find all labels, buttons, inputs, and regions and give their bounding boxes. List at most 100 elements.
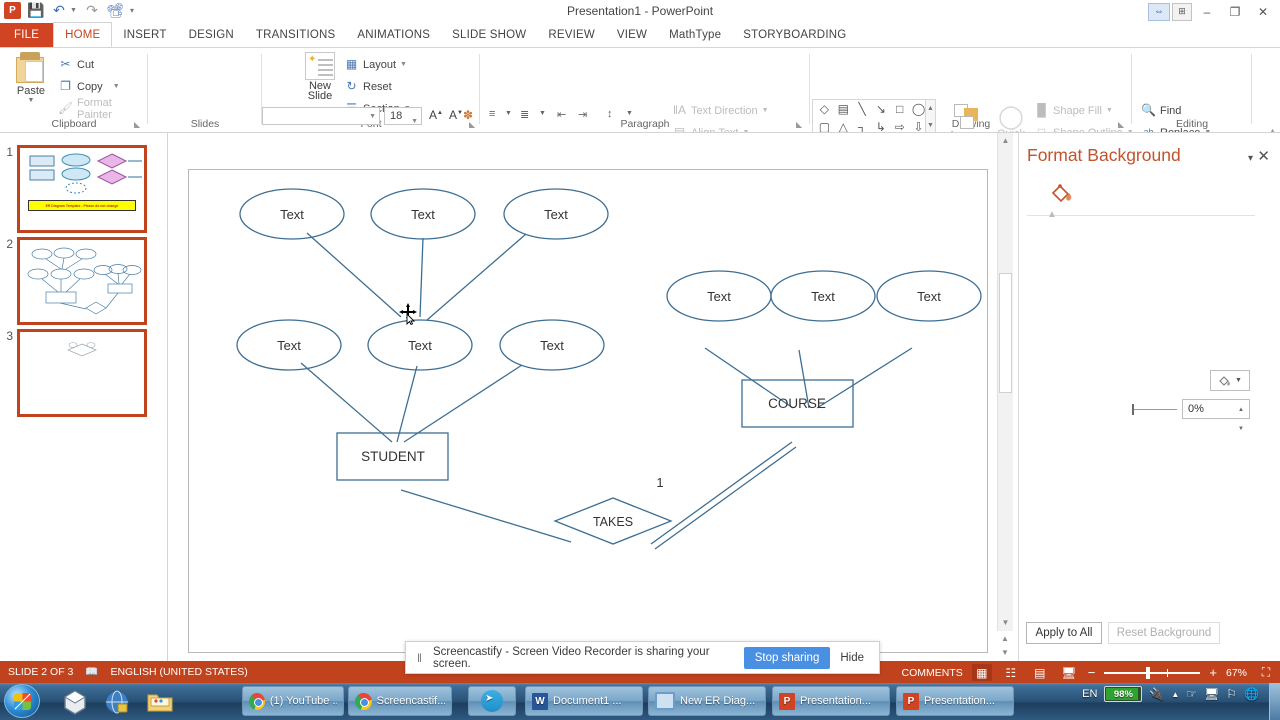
battery-indicator[interactable]: 98% [1104, 686, 1143, 702]
tab-animations[interactable]: ANIMATIONS [346, 23, 441, 47]
slide-sorter-view-icon[interactable]: ☷ [1001, 664, 1021, 681]
comments-button[interactable]: COMMENTS [902, 667, 963, 679]
tab-insert[interactable]: INSERT [112, 23, 177, 47]
tab-transitions[interactable]: TRANSITIONS [245, 23, 347, 47]
line-spacing-button[interactable]: ↕ [607, 108, 613, 120]
clipboard-dialog-launcher[interactable]: ◣ [134, 120, 140, 129]
paragraph-dialog-launcher[interactable]: ◣ [796, 120, 802, 129]
numbering-caret-icon[interactable]: ▼ [539, 110, 546, 117]
transparency-spinner[interactable]: ▲ ▼ [1235, 401, 1247, 432]
transparency-input[interactable]: 0% ▲ ▼ [1182, 399, 1250, 432]
text-direction-caret-icon[interactable]: ▼ [762, 107, 769, 114]
shape-line-icon[interactable]: ╲ [853, 101, 872, 118]
slide-canvas[interactable]: Text Text Text Text Text Text Text Text … [188, 169, 988, 653]
fill-bucket-icon[interactable] [1049, 181, 1075, 208]
language-indicator[interactable]: ENGLISH (UNITED STATES) [110, 666, 247, 678]
language-bar[interactable]: EN [1082, 688, 1097, 700]
show-desktop-button[interactable] [1269, 683, 1280, 720]
quicklaunch-explorer-icon[interactable] [146, 689, 173, 715]
color-caret-icon[interactable]: ▼ [1235, 377, 1242, 384]
tab-mathtype[interactable]: MathType [658, 23, 732, 47]
taskbar-button-new-er-diagram[interactable]: New ER Diag... [648, 686, 766, 716]
line-spacing-caret-icon[interactable]: ▼ [626, 110, 633, 117]
transparency-decrease-icon[interactable]: ▼ [1238, 420, 1244, 439]
taskbar-button-word[interactable]: W Document1 ... [525, 686, 643, 716]
quicklaunch-virtualbox-icon[interactable] [62, 689, 88, 715]
format-pane-close-icon[interactable]: ✕ [1257, 147, 1270, 165]
find-button[interactable]: 🔍 Find [1141, 101, 1181, 120]
tab-design[interactable]: DESIGN [178, 23, 245, 47]
increase-font-size-button[interactable]: A▲ [428, 108, 444, 122]
show-hidden-icons-icon[interactable]: ▲ [1171, 690, 1179, 699]
ribbon-display-options-icon[interactable]: ⇔ [1148, 2, 1170, 21]
font-size-input[interactable]: 18 ▼ [384, 107, 422, 125]
restore-ribbon-icon[interactable]: ⊞ [1172, 2, 1192, 21]
scroll-thumb[interactable] [999, 273, 1012, 393]
tab-storyboarding[interactable]: STORYBOARDING [732, 23, 857, 47]
next-slide-button[interactable]: ▼ [997, 645, 1013, 661]
slide-vertical-scrollbar[interactable]: ▲ ▼ [997, 133, 1013, 631]
power-plug-icon[interactable]: 🔌 [1149, 687, 1164, 701]
thumbnail-canvas-2[interactable] [17, 237, 147, 325]
close-button[interactable]: ✕ [1250, 2, 1276, 21]
zoom-in-button[interactable]: + [1209, 665, 1217, 680]
paste-caret-icon[interactable]: ▼ [8, 97, 54, 104]
slide-indicator[interactable]: SLIDE 2 OF 3 [8, 666, 73, 678]
restore-button[interactable]: ❐ [1222, 2, 1248, 21]
spell-check-icon[interactable]: 📖 [85, 665, 98, 678]
bullets-button[interactable]: ≡ [489, 108, 495, 120]
thumbnail-item-2[interactable]: 2 [0, 237, 147, 325]
shape-rectangle-icon[interactable]: □ [890, 101, 909, 118]
pause-icon[interactable]: ‖ [417, 651, 423, 665]
shape-fill-caret-icon[interactable]: ▼ [1106, 107, 1113, 114]
tab-file[interactable]: FILE [0, 23, 54, 47]
font-size-caret-icon[interactable]: ▼ [411, 113, 418, 130]
decrease-indent-button[interactable]: ⇤ [557, 108, 566, 121]
taskbar-button-presentation-1[interactable]: P Presentation... [772, 686, 890, 716]
scroll-up-icon[interactable]: ▲ [998, 133, 1013, 149]
normal-view-icon[interactable]: ▦ [971, 664, 992, 681]
paste-button[interactable]: Paste ▼ [8, 52, 54, 104]
cut-button[interactable]: ✂ Cut [58, 55, 148, 74]
transparency-slider-handle[interactable] [1132, 404, 1134, 415]
zoom-out-button[interactable]: − [1088, 665, 1096, 680]
start-button[interactable] [4, 684, 40, 718]
shape-diamond-icon[interactable]: ◇ [815, 101, 834, 118]
touch-pointer-icon[interactable]: ☞ [1186, 687, 1197, 701]
tab-review[interactable]: REVIEW [537, 23, 606, 47]
thumbnail-canvas-3[interactable] [17, 329, 147, 417]
zoom-slider-handle[interactable] [1146, 666, 1151, 679]
scroll-down-icon[interactable]: ▼ [998, 615, 1013, 631]
copy-button[interactable]: ❐ Copy ▼ [58, 77, 148, 96]
thumbnail-canvas-1[interactable]: ER Diagram Template - Please do not chan… [17, 145, 147, 233]
minimize-button[interactable]: – [1194, 2, 1220, 21]
font-name-input[interactable]: ▼ [262, 107, 380, 125]
fit-slide-to-window-icon[interactable]: ⛶ [1256, 664, 1276, 681]
quicklaunch-internet-icon[interactable] [104, 689, 130, 715]
format-painter-button[interactable]: 🖌 Format Painter [58, 97, 148, 121]
copy-caret-icon[interactable]: ▼ [113, 83, 120, 90]
taskbar-button-youtube[interactable]: (1) YouTube ... [242, 686, 344, 716]
zoom-level[interactable]: 67% [1226, 667, 1247, 679]
format-pane-options-icon[interactable]: ▾ [1248, 153, 1253, 164]
thumbnail-item-3[interactable]: 3 [0, 329, 147, 417]
action-center-flag-icon[interactable]: ⚐ [1226, 687, 1237, 701]
thumbnail-item-1[interactable]: 1 ER Diagram Template - Please do not ch… [0, 145, 147, 233]
clear-formatting-icon[interactable]: ✽ [460, 108, 476, 122]
tab-home[interactable]: HOME [53, 22, 113, 47]
reading-view-icon[interactable]: ▤ [1030, 664, 1050, 681]
bullets-caret-icon[interactable]: ▼ [505, 110, 512, 117]
taskbar-button-presentation-2[interactable]: P Presentation... [896, 686, 1014, 716]
transparency-increase-icon[interactable]: ▲ [1238, 401, 1244, 420]
shapes-scroll-up-icon[interactable]: ▲ [926, 100, 935, 117]
text-direction-button[interactable]: ‖A Text Direction ▼ [672, 101, 769, 120]
taskbar-button-telegram[interactable] [468, 686, 516, 716]
tab-view[interactable]: VIEW [606, 23, 658, 47]
slideshow-view-icon[interactable]: 🖥 [1059, 664, 1079, 681]
taskbar-button-screencastify[interactable]: Screencastif... [348, 686, 452, 716]
hide-button[interactable]: Hide [840, 652, 868, 664]
font-name-caret-icon[interactable]: ▼ [369, 113, 376, 120]
antivirus-icon[interactable]: 🌐 [1244, 687, 1259, 701]
slide-editing-area[interactable]: Text Text Text Text Text Text Text Text … [168, 133, 1018, 661]
shape-arrow-icon[interactable]: ↘ [871, 101, 890, 118]
